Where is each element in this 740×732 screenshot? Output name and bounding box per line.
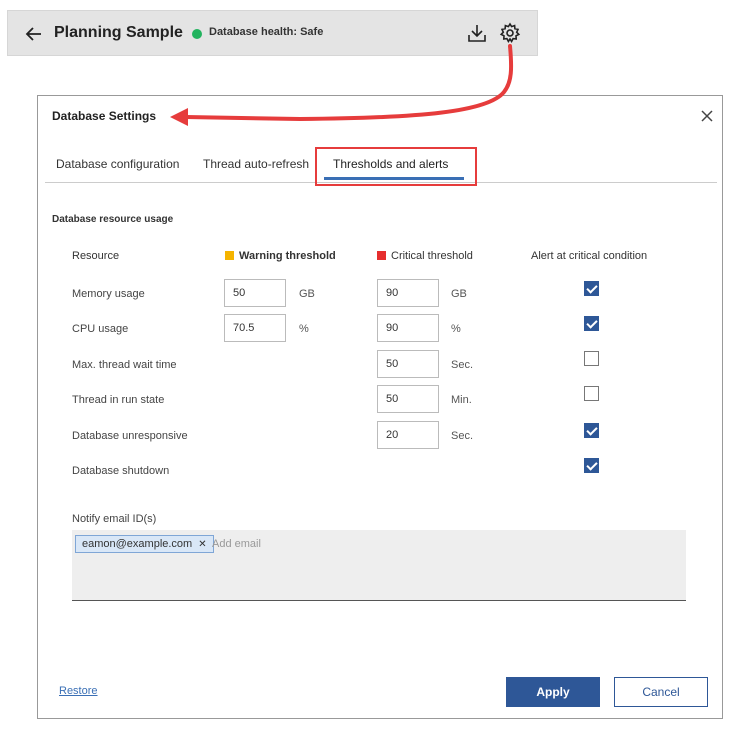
annotation-arrow (170, 44, 514, 126)
